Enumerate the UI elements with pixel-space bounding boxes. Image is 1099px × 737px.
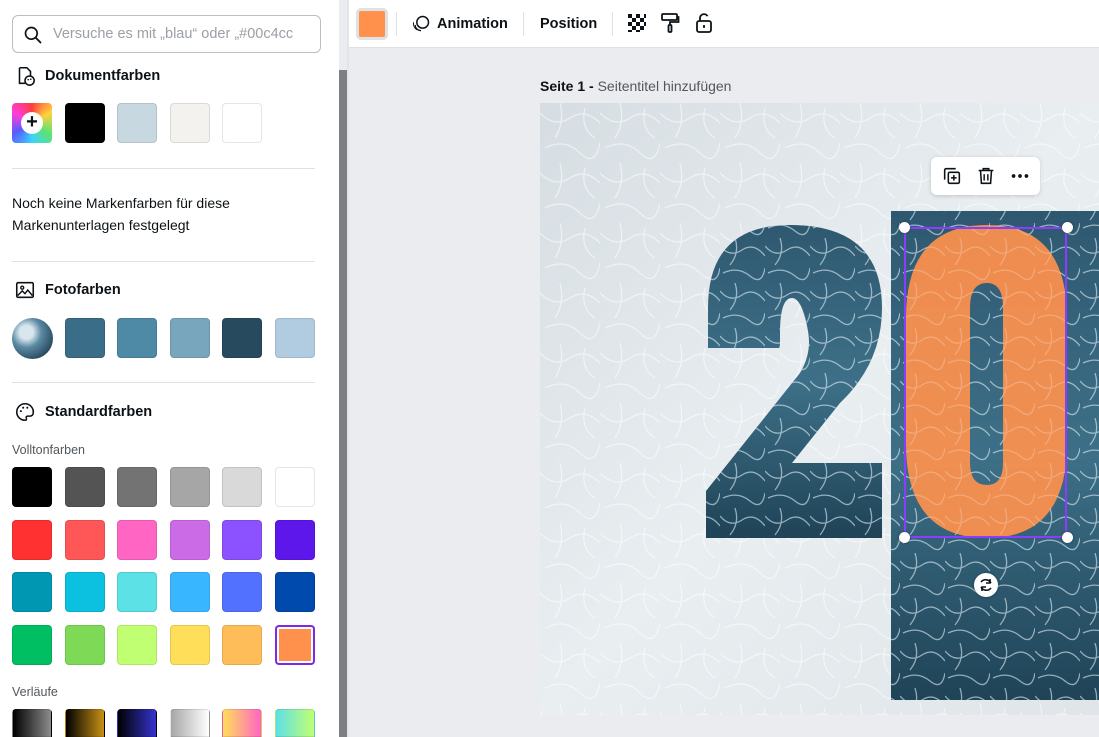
gradient-swatch[interactable] — [65, 709, 105, 737]
gradients-label: Verläufe — [12, 685, 58, 699]
photo-swatch[interactable] — [275, 318, 315, 358]
solid-swatch[interactable] — [170, 572, 210, 612]
divider — [12, 168, 315, 169]
solid-colors-label: Volltonfarben — [12, 443, 85, 457]
solid-swatch[interactable] — [117, 625, 157, 665]
animation-icon — [412, 15, 430, 31]
add-color-button[interactable]: + — [12, 103, 52, 143]
standard-colors-title: Standardfarben — [45, 404, 153, 420]
document-palette-icon — [18, 66, 35, 86]
solid-swatch[interactable] — [117, 520, 157, 560]
duplicate-icon[interactable] — [941, 165, 963, 187]
photo-swatch[interactable] — [222, 318, 262, 358]
rotate-icon — [980, 578, 992, 592]
solid-swatch[interactable] — [65, 625, 105, 665]
solid-swatch[interactable] — [222, 572, 262, 612]
page-number-label: Seite 1 - — [540, 78, 594, 94]
solid-swatch[interactable] — [170, 520, 210, 560]
transparency-icon[interactable] — [625, 11, 649, 35]
gradient-swatch[interactable] — [222, 709, 262, 737]
solid-swatch[interactable] — [12, 572, 52, 612]
solid-swatch[interactable] — [65, 572, 105, 612]
photo-thumbnail-swatch[interactable] — [12, 318, 53, 359]
color-search-input[interactable] — [53, 16, 315, 52]
solid-swatch[interactable] — [12, 467, 52, 507]
page-subtitle-placeholder[interactable]: Seitentitel hinzufügen — [598, 78, 732, 94]
photo-colors-header: Fotofarben — [14, 278, 121, 302]
paint-roller-icon[interactable] — [658, 11, 682, 35]
resize-handle-top-right[interactable] — [1062, 222, 1073, 233]
gradient-swatch[interactable] — [117, 709, 157, 737]
photo-swatch[interactable] — [170, 318, 210, 358]
divider — [12, 261, 315, 262]
color-search-box[interactable] — [12, 15, 321, 53]
resize-handle-bottom-left[interactable] — [899, 532, 910, 543]
toolbar-separator — [396, 12, 397, 36]
document-colors-title: Dokumentfarben — [45, 68, 161, 84]
gradient-swatch[interactable] — [170, 709, 210, 737]
solid-swatch[interactable] — [222, 625, 262, 665]
brand-colors-note: Noch keine Markenfarben für diese Marken… — [12, 195, 230, 233]
lock-icon[interactable] — [692, 11, 716, 35]
selection-outline[interactable] — [904, 227, 1067, 538]
color-panel: Dokumentfarben + Noch keine Markenfarben… — [0, 0, 339, 737]
gradient-swatch[interactable] — [12, 709, 52, 737]
solid-swatch[interactable] — [12, 625, 52, 665]
resize-handle-bottom-right[interactable] — [1062, 532, 1073, 543]
sidebar-scrollbar[interactable] — [339, 70, 347, 737]
toolbar-separator — [612, 12, 613, 36]
document-swatch[interactable] — [65, 103, 105, 143]
solid-swatch[interactable] — [275, 467, 315, 507]
photo-colors-title: Fotofarben — [45, 282, 121, 298]
palette-icon — [16, 402, 35, 422]
document-swatch[interactable] — [170, 103, 210, 143]
solid-swatch[interactable] — [275, 572, 315, 612]
solid-swatch[interactable] — [275, 520, 315, 560]
trash-icon[interactable] — [975, 165, 997, 187]
solid-swatch[interactable] — [222, 520, 262, 560]
photo-swatch[interactable] — [65, 318, 105, 358]
document-swatch[interactable] — [117, 103, 157, 143]
editor-toolbar: Animation Position — [349, 0, 1099, 48]
solid-swatch[interactable] — [117, 572, 157, 612]
search-icon — [24, 26, 42, 44]
document-swatch[interactable] — [222, 103, 262, 143]
document-colors-header: Dokumentfarben — [14, 64, 160, 88]
solid-swatch[interactable] — [12, 520, 52, 560]
photo-swatch[interactable] — [117, 318, 157, 358]
image-icon — [15, 281, 35, 299]
position-button[interactable]: Position — [540, 0, 597, 47]
text-color-button[interactable] — [358, 10, 386, 38]
animation-label: Animation — [437, 15, 508, 32]
plus-icon: + — [21, 112, 43, 134]
rotate-handle[interactable] — [974, 573, 998, 597]
divider — [12, 382, 315, 383]
resize-handle-top-left[interactable] — [899, 222, 910, 233]
gradient-swatch[interactable] — [275, 709, 315, 737]
element-context-menu — [931, 157, 1040, 195]
solid-swatch[interactable] — [170, 467, 210, 507]
solid-swatch[interactable] — [65, 467, 105, 507]
standard-colors-header: Standardfarben — [14, 400, 152, 424]
position-label: Position — [540, 15, 598, 32]
animation-button[interactable]: Animation — [411, 0, 508, 47]
solid-swatch-selected[interactable] — [275, 625, 315, 665]
solid-swatch[interactable] — [222, 467, 262, 507]
solid-swatch[interactable] — [117, 467, 157, 507]
solid-swatch[interactable] — [170, 625, 210, 665]
page-title[interactable]: Seite 1 - Seitentitel hinzufügen — [540, 78, 731, 94]
panel-divider — [347, 0, 349, 737]
more-options-icon[interactable] — [1009, 165, 1031, 187]
solid-swatch[interactable] — [65, 520, 105, 560]
toolbar-separator — [523, 12, 524, 36]
